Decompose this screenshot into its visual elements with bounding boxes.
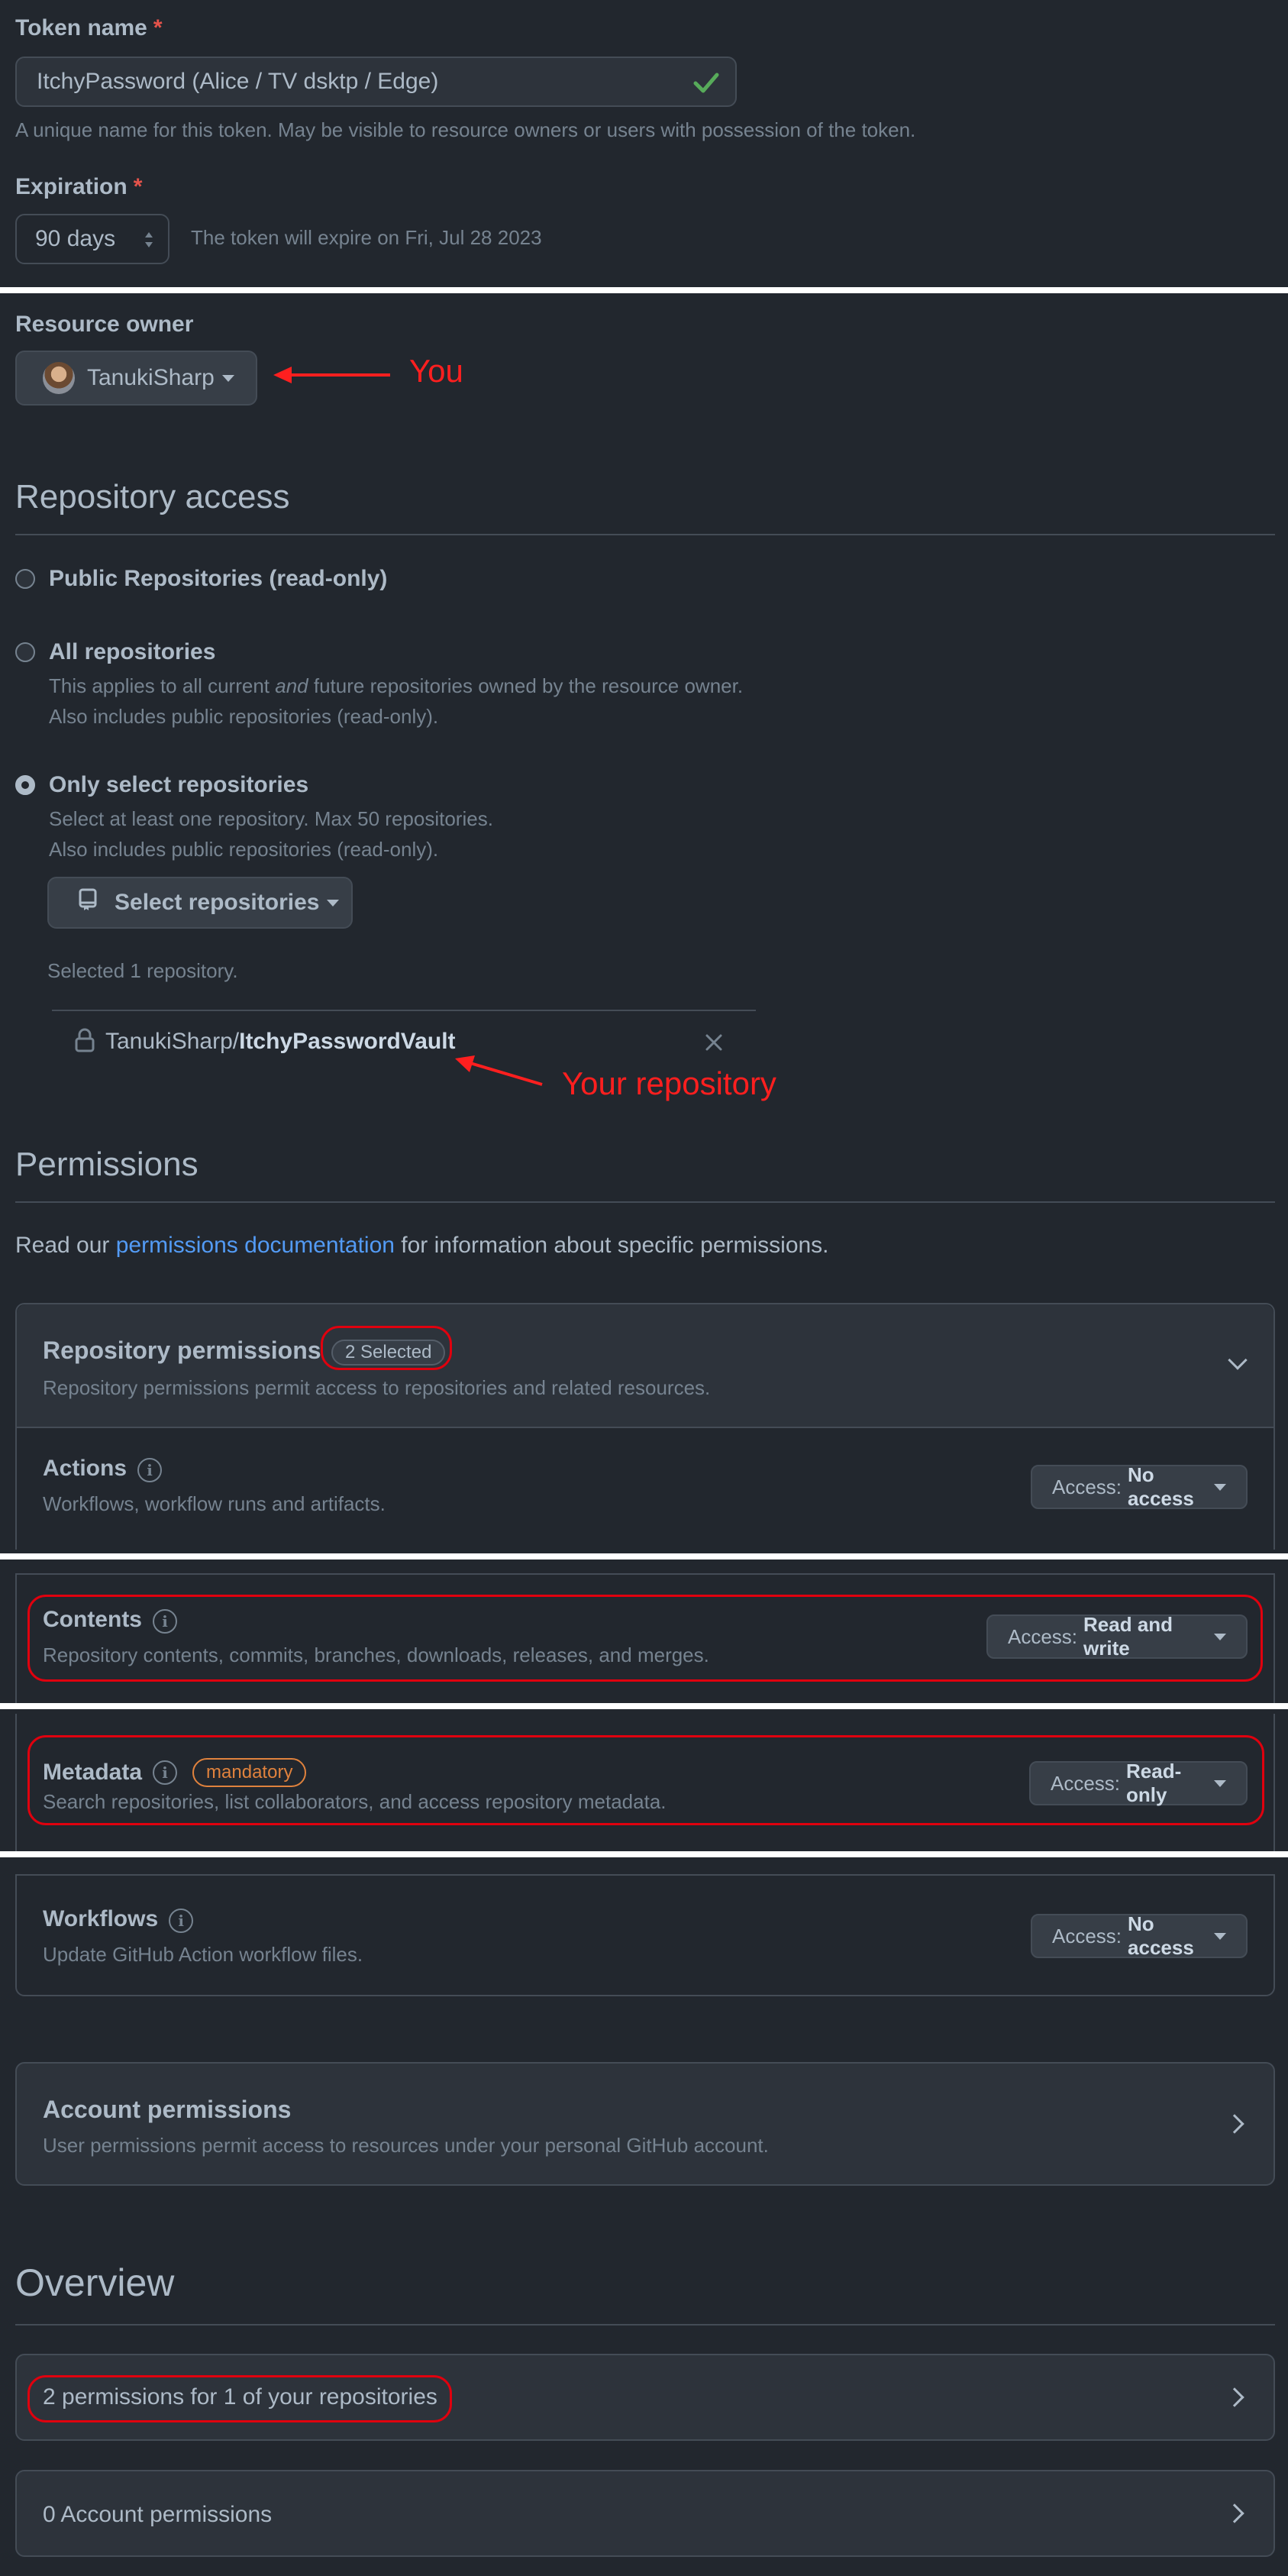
caret-down-icon [1214, 1483, 1226, 1491]
remove-repo-close-icon[interactable] [704, 1033, 724, 1056]
annotation-arrow [272, 364, 394, 390]
account-permissions-desc: User permissions permit access to resour… [43, 2134, 769, 2157]
repository-permissions-panel: Repository permissions 2 Selected Reposi… [15, 1303, 1275, 1550]
caret-down-icon [1214, 1932, 1226, 1940]
overview-account-summary: 0 Account permissions [43, 2502, 273, 2527]
caret-down-icon [327, 899, 340, 907]
radio-public-repositories[interactable] [15, 569, 35, 589]
expiration-label: Expiration * [15, 174, 143, 199]
overview-heading: Overview [15, 2261, 175, 2304]
only-select-repositories-desc: Select at least one repository. Max 50 r… [49, 807, 493, 861]
updown-icon [144, 229, 154, 257]
heading-divider [15, 534, 1275, 535]
token-name-label: Token name * [15, 15, 163, 40]
permissions-documentation-link[interactable]: permissions documentation [116, 1233, 395, 1258]
expiration-hint: The token will expire on Fri, Jul 28 202… [191, 226, 542, 249]
expiration-select[interactable]: 90 days [15, 214, 169, 264]
highlight-box [27, 1595, 1263, 1682]
workflows-permission-row: Workflows i Update GitHub Action workflow… [15, 1874, 1275, 1996]
resource-owner-dropdown[interactable]: TanukiSharp [15, 351, 257, 406]
overview-account-permissions[interactable]: 0 Account permissions [15, 2470, 1275, 2557]
chevron-right-icon [1225, 2114, 1244, 2134]
highlight-box [27, 1735, 1264, 1825]
chevron-right-icon [1225, 2387, 1244, 2407]
permissions-intro: Read our permissions documentation for i… [15, 1233, 829, 1258]
repo-list-divider [52, 1010, 756, 1011]
chevron-right-icon [1225, 2503, 1244, 2523]
account-permissions-panel[interactable]: Account permissions User permissions per… [15, 2062, 1275, 2186]
permissions-heading: Permissions [15, 1146, 199, 1183]
access-dropdown[interactable]: Access: No access [1031, 1912, 1248, 1959]
avatar [43, 362, 75, 394]
token-name-hint: A unique name for this token. May be vis… [15, 118, 916, 141]
permission-desc: Update GitHub Action workflow files. [43, 1943, 363, 1966]
select-repositories-button[interactable]: Select repositories [47, 877, 353, 929]
annotation-you: You [409, 353, 463, 389]
account-permissions-title: Account permissions [43, 2096, 292, 2123]
public-repositories-label: Public Repositories (read-only) [49, 566, 388, 591]
highlight-box [321, 1326, 452, 1370]
section-divider [0, 1553, 1288, 1559]
check-icon [692, 69, 720, 100]
highlight-box [27, 2375, 452, 2422]
access-dropdown[interactable]: Access: No access [1031, 1463, 1248, 1510]
radio-only-select-repositories[interactable] [15, 775, 35, 795]
permission-name: Actions i [43, 1456, 163, 1482]
repository-access-heading: Repository access [15, 478, 290, 516]
heading-divider [15, 2324, 1275, 2326]
section-divider [0, 1703, 1288, 1709]
info-icon[interactable]: i [169, 1909, 194, 1933]
all-repositories-label: All repositories [49, 639, 216, 664]
caret-down-icon [221, 374, 234, 382]
repository-permissions-title: Repository permissions [43, 1336, 321, 1364]
chevron-down-icon[interactable] [1228, 1350, 1248, 1370]
annotation-your-repository: Your repository [562, 1065, 776, 1101]
repo-icon [78, 888, 98, 917]
permission-desc: Workflows, workflow runs and artifacts. [43, 1492, 386, 1515]
token-name-input[interactable]: ItchyPassword (Alice / TV dsktp / Edge) [15, 57, 737, 107]
repository-permissions-desc: Repository permissions permit access to … [43, 1376, 711, 1399]
only-select-repositories-label: Only select repositories [49, 772, 309, 797]
permission-name: Workflows i [43, 1906, 194, 1933]
selected-count: Selected 1 repository. [47, 959, 238, 982]
section-divider [0, 287, 1288, 293]
section-divider [0, 1851, 1288, 1857]
annotation-arrow [454, 1052, 545, 1094]
heading-divider [15, 1201, 1275, 1203]
lock-icon [75, 1028, 95, 1056]
selected-repo-name[interactable]: TanukiSharp/ItchyPasswordVault [105, 1029, 456, 1055]
all-repositories-desc: This applies to all current and future r… [49, 674, 744, 728]
radio-all-repositories[interactable] [15, 642, 35, 662]
resource-owner-label: Resource owner [15, 312, 194, 337]
repository-permissions-header[interactable]: Repository permissions 2 Selected Reposi… [17, 1304, 1273, 1428]
info-icon[interactable]: i [137, 1458, 163, 1482]
